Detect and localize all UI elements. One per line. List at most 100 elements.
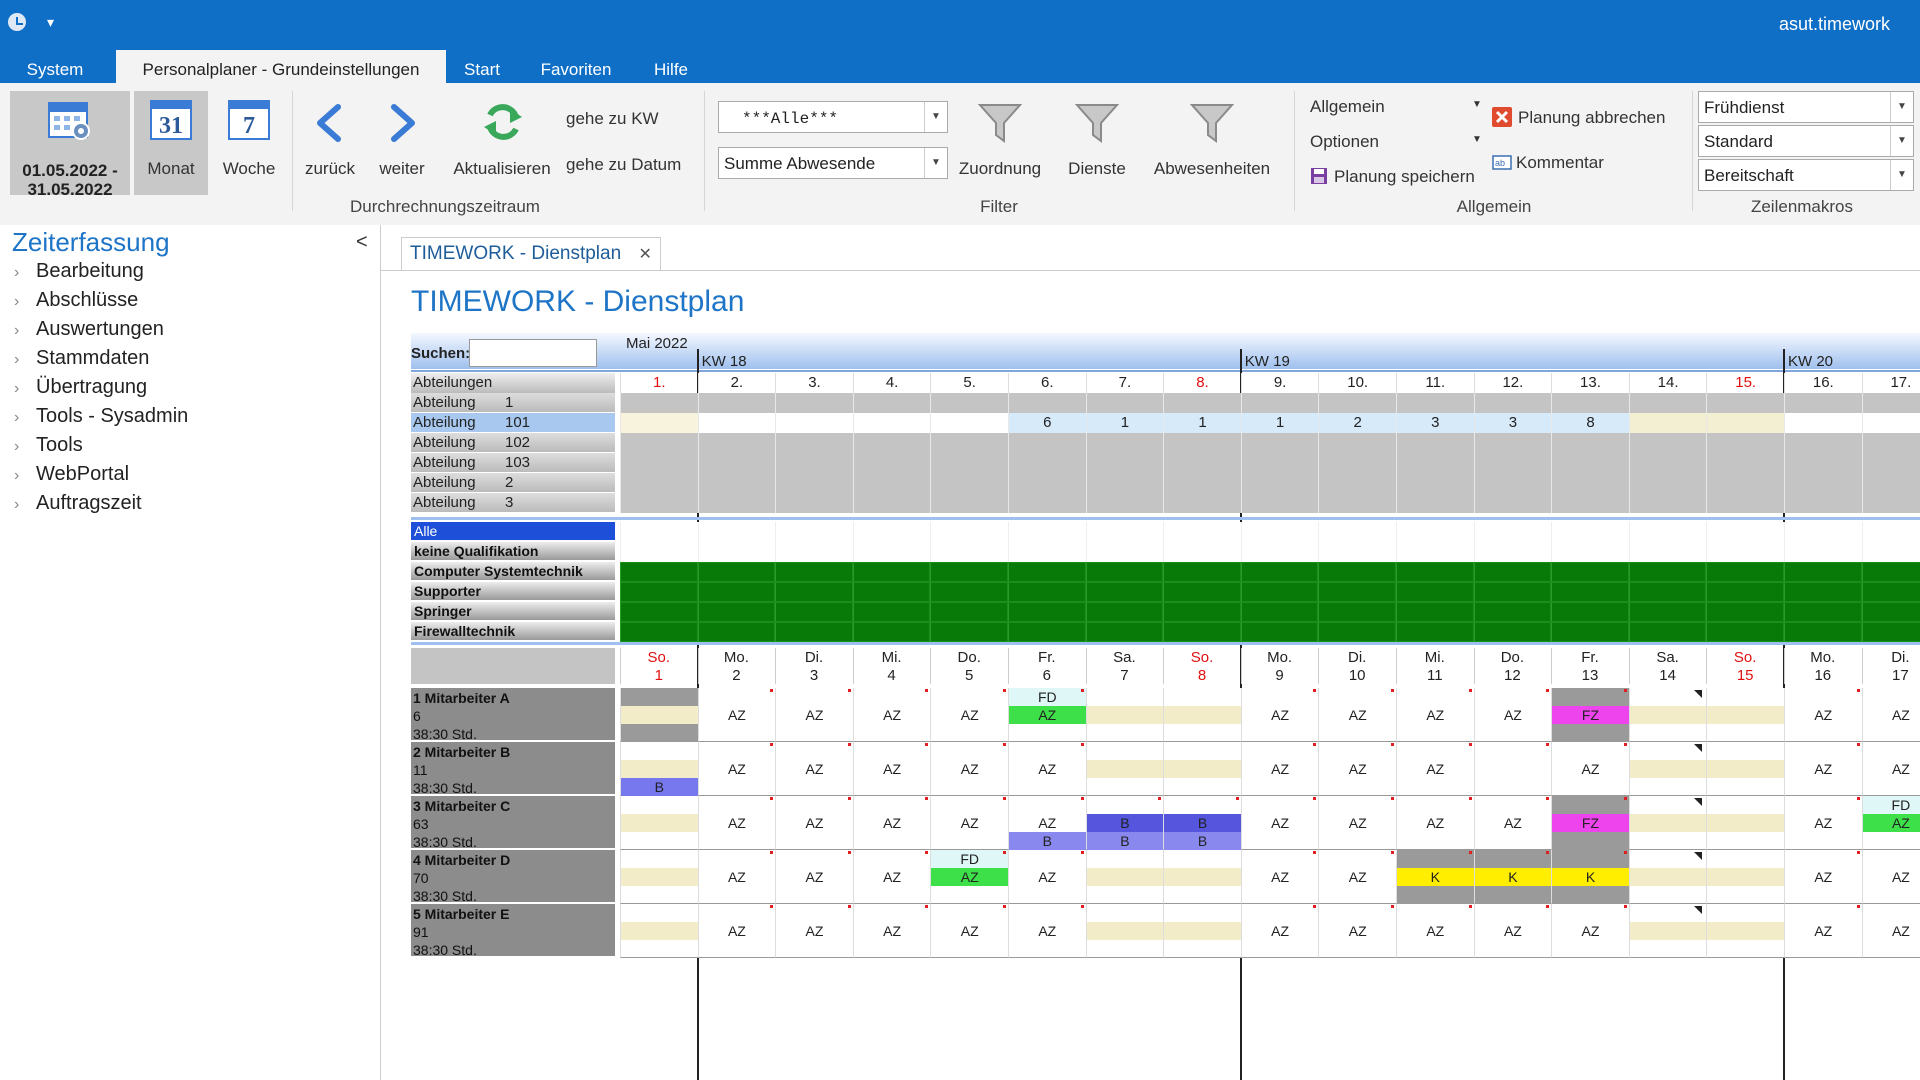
department-cell[interactable] <box>1318 493 1396 513</box>
department-cell[interactable] <box>930 493 1008 513</box>
qualification-cell[interactable] <box>930 622 1008 642</box>
chevron-down-icon[interactable]: ▼ <box>924 102 947 132</box>
tab-start[interactable]: Start <box>452 50 512 83</box>
nav-item-stammdaten[interactable]: › Stammdaten <box>14 347 149 370</box>
aktualisieren-button[interactable]: Aktualisieren <box>446 91 558 195</box>
qualification-cell[interactable] <box>1085 522 1164 542</box>
shift-label[interactable]: AZ <box>1319 922 1396 940</box>
nav-item-abschlüsse[interactable]: › Abschlüsse <box>14 289 138 312</box>
qualification-cell[interactable] <box>1628 522 1707 542</box>
shift-label[interactable]: AZ <box>1552 922 1629 940</box>
makro-standard-combo[interactable]: Standard ▼ <box>1698 125 1914 157</box>
weiter-button[interactable]: weiter <box>368 91 436 195</box>
shift-label[interactable]: AZ <box>931 760 1008 778</box>
shift-label[interactable]: AZ <box>699 922 776 940</box>
department-cell[interactable]: 1 <box>1240 413 1319 433</box>
nav-item-webportal[interactable]: › WebPortal <box>14 463 129 486</box>
nav-item-auswertungen[interactable]: › Auswertungen <box>14 318 164 341</box>
nav-item-auftragszeit[interactable]: › Auftragszeit <box>14 492 142 515</box>
qualification-cell[interactable] <box>1240 582 1319 602</box>
department-cell[interactable] <box>775 473 853 493</box>
qualification-cell[interactable] <box>620 522 698 542</box>
qualification-cell[interactable] <box>775 582 853 602</box>
shift-label[interactable]: AZ <box>1785 814 1862 832</box>
department-cell[interactable] <box>930 433 1008 453</box>
qualification-cell[interactable] <box>1473 622 1552 642</box>
department-cell[interactable]: 1 <box>1085 413 1164 433</box>
department-cell[interactable] <box>620 393 698 413</box>
qualification-cell[interactable] <box>1551 522 1629 542</box>
department-cell[interactable] <box>620 473 698 493</box>
department-cell[interactable] <box>1861 493 1920 513</box>
shift-label[interactable]: AZ <box>776 706 853 724</box>
department-cell[interactable]: 3 <box>1473 413 1552 433</box>
qualification-cell[interactable] <box>697 542 776 562</box>
shift-label[interactable]: K <box>1397 868 1474 886</box>
department-cell[interactable] <box>775 413 853 433</box>
department-cell[interactable] <box>1240 393 1319 413</box>
qualification-cell[interactable] <box>697 622 776 642</box>
qualification-cell[interactable] <box>1861 562 1920 582</box>
shift-bottom-label[interactable]: B <box>1086 832 1164 850</box>
shift-label[interactable]: AZ <box>699 760 776 778</box>
department-cell[interactable] <box>1085 393 1164 413</box>
department-cell[interactable] <box>1784 413 1862 433</box>
shift-label[interactable]: AZ <box>1785 760 1862 778</box>
department-cell[interactable] <box>697 473 776 493</box>
qualification-cell[interactable] <box>930 562 1008 582</box>
shift-label[interactable]: K <box>1474 868 1552 886</box>
department-cell[interactable] <box>697 413 776 433</box>
department-cell[interactable] <box>1551 433 1629 453</box>
department-cell[interactable] <box>1085 453 1164 473</box>
shift-label[interactable]: B <box>1086 814 1164 832</box>
makro-fruehdienst-combo[interactable]: Frühdienst ▼ <box>1698 91 1914 123</box>
shift-label[interactable]: FZ <box>1552 706 1629 724</box>
qualification-cell[interactable] <box>1318 562 1396 582</box>
department-cell[interactable] <box>1473 393 1552 413</box>
shift-label[interactable]: B <box>1164 814 1241 832</box>
qualification-cell[interactable] <box>1551 602 1629 622</box>
department-cell[interactable] <box>1085 433 1164 453</box>
department-cell[interactable] <box>1706 393 1784 413</box>
qualification-label[interactable]: Supporter <box>411 582 615 600</box>
shift-label[interactable]: AZ <box>1863 868 1920 886</box>
department-cell[interactable] <box>1706 413 1784 433</box>
qualification-cell[interactable] <box>1163 522 1241 542</box>
qualification-cell[interactable] <box>1008 622 1086 642</box>
tab-personalplaner[interactable]: Personalplaner - Grundeinstellungen <box>116 50 446 83</box>
department-cell[interactable] <box>1008 473 1086 493</box>
department-cell[interactable] <box>620 453 698 473</box>
department-row-label[interactable]: Abteilung 3 <box>411 493 615 512</box>
dienste-button[interactable]: Dienste <box>1052 91 1142 195</box>
department-cell[interactable] <box>697 453 776 473</box>
department-cell[interactable] <box>852 473 931 493</box>
qualification-cell[interactable] <box>775 522 853 542</box>
qualification-cell[interactable] <box>1008 522 1086 542</box>
department-cell[interactable] <box>620 433 698 453</box>
department-cell[interactable] <box>697 493 776 513</box>
department-cell[interactable] <box>930 413 1008 433</box>
qualification-cell[interactable] <box>1861 582 1920 602</box>
shift-label[interactable]: AZ <box>1009 922 1086 940</box>
qualification-cell[interactable] <box>1861 542 1920 562</box>
department-cell[interactable] <box>1784 433 1862 453</box>
qualification-cell[interactable] <box>1784 542 1862 562</box>
qualification-cell[interactable] <box>1318 542 1396 562</box>
shift-label[interactable]: FZ <box>1552 814 1629 832</box>
department-cell[interactable] <box>930 473 1008 493</box>
department-cell[interactable] <box>1318 473 1396 493</box>
qualification-cell[interactable] <box>1473 562 1552 582</box>
qualification-label[interactable]: Alle <box>411 522 615 540</box>
shift-label[interactable]: AZ <box>931 814 1008 832</box>
shift-bottom-label[interactable]: B <box>621 778 698 796</box>
employee-label[interactable]: 5 Mitarbeiter E 91 38:30 Std. <box>411 904 615 958</box>
qualification-cell[interactable] <box>1240 542 1319 562</box>
department-cell[interactable] <box>1163 393 1241 413</box>
gehe-zu-datum-button[interactable]: gehe zu Datum <box>566 155 706 175</box>
shift-label[interactable]: AZ <box>1319 868 1396 886</box>
qualification-cell[interactable] <box>852 622 931 642</box>
department-cell[interactable] <box>1784 393 1862 413</box>
department-cell[interactable] <box>1240 473 1319 493</box>
department-cell[interactable] <box>1551 453 1629 473</box>
department-cell[interactable] <box>1628 433 1707 453</box>
